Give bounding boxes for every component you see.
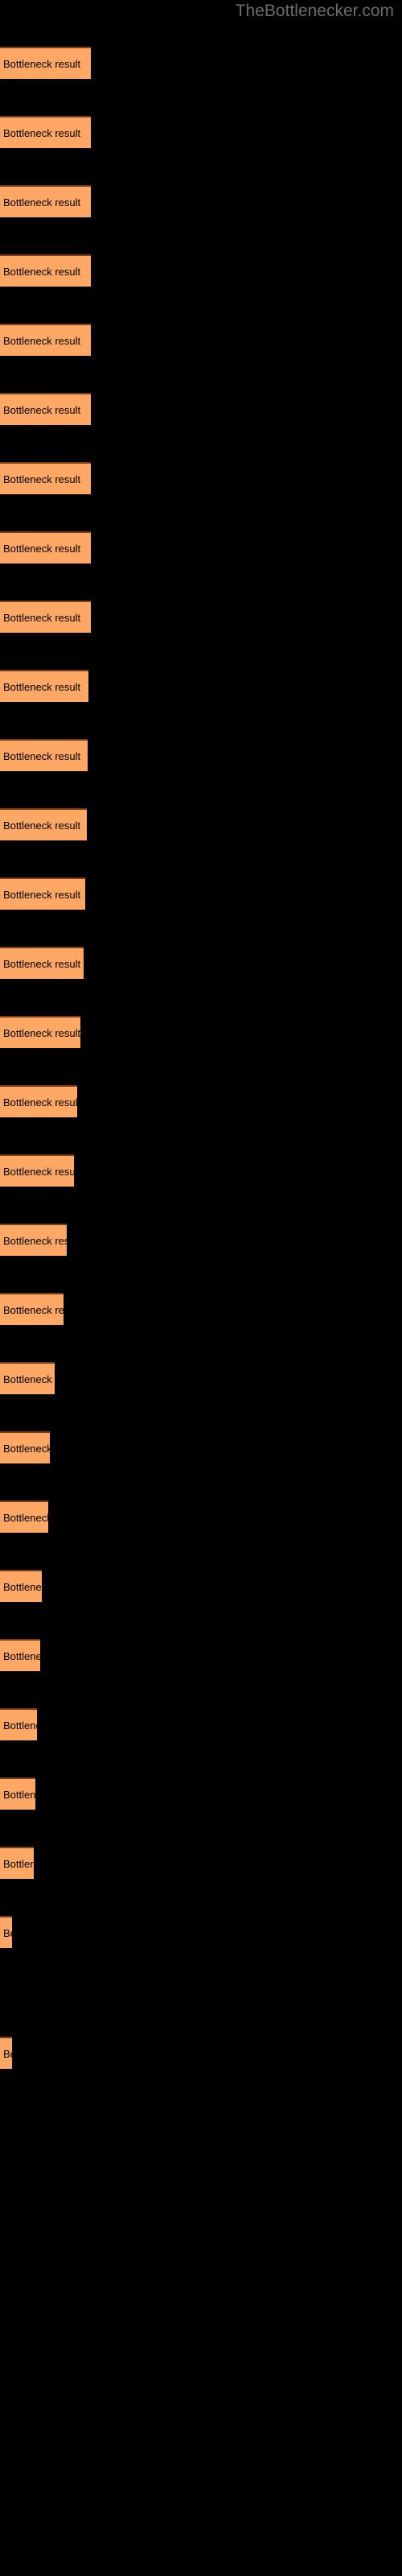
bar: Bottleneck result (0, 1777, 35, 1810)
bar-label: Bottleneck result (3, 58, 81, 70)
bar-label: Bottleneck result (3, 2048, 12, 2060)
bar-row: Bottleneck result (0, 808, 402, 840)
bar-label: Bottleneck result (3, 404, 81, 416)
bar: Bottleneck result (0, 531, 91, 564)
bar: Bottleneck result (0, 393, 91, 425)
bar-row: Bottleneck result (0, 1362, 402, 1394)
bar-label: Bottleneck result (3, 1096, 77, 1108)
bar-label: Bottleneck result (3, 1235, 67, 1247)
bar: Bottleneck result (0, 116, 91, 148)
bar: Bottleneck result (0, 670, 88, 702)
bar-row: Bottleneck result (0, 670, 402, 702)
bar-label: Bottleneck result (3, 266, 81, 278)
bar-row: Bottleneck result (0, 1293, 402, 1325)
bar: Bottleneck result (0, 947, 84, 979)
bar-label: Bottleneck result (3, 1166, 74, 1178)
bar: Bottleneck result (0, 254, 91, 287)
bar: Bottleneck result (0, 2037, 12, 2069)
bar-row: Bottleneck result (0, 1501, 402, 1533)
bar: Bottleneck result (0, 739, 88, 771)
bar-row: Bottleneck result (0, 947, 402, 979)
bar: Bottleneck result (0, 1293, 64, 1325)
bar: Bottleneck result (0, 324, 91, 356)
bar-label: Bottleneck result (3, 473, 81, 485)
bar-row: Bottleneck result (0, 1847, 402, 1879)
bar: Bottleneck result (0, 877, 85, 910)
bar-row: Bottleneck result (0, 601, 402, 633)
bar: Bottleneck result (0, 1916, 12, 1948)
bar: Bottleneck result (0, 1362, 55, 1394)
bar-row: Bottleneck result (0, 462, 402, 494)
bar-row: Bottleneck result (0, 1639, 402, 1671)
bar-row: Bottleneck result (0, 1916, 402, 1948)
bar-label: Bottleneck result (3, 1927, 12, 1939)
bar-label: Bottleneck result (3, 1581, 42, 1593)
bar-label: Bottleneck result (3, 196, 81, 208)
bar-label: Bottleneck result (3, 1789, 35, 1801)
bar-row: Bottleneck result (0, 324, 402, 356)
bar-row: Bottleneck result (0, 47, 402, 79)
bar: Bottleneck result (0, 1224, 67, 1256)
bar-row: Bottleneck result (0, 2037, 402, 2069)
bar-label: Bottleneck result (3, 819, 81, 832)
bar-row: Bottleneck result (0, 1224, 402, 1256)
bar-row: Bottleneck result (0, 1777, 402, 1810)
bar-row: Bottleneck result (0, 531, 402, 564)
bar: Bottleneck result (0, 1639, 40, 1671)
bar-row: Bottleneck result (0, 1154, 402, 1187)
bar: Bottleneck result (0, 1708, 37, 1740)
bar-label: Bottleneck result (3, 1304, 64, 1316)
bar-label: Bottleneck result (3, 681, 81, 693)
bar-label: Bottleneck result (3, 335, 81, 347)
bar: Bottleneck result (0, 1501, 48, 1533)
bar-label: Bottleneck result (3, 127, 81, 139)
bar-label: Bottleneck result (3, 750, 81, 762)
bar-label: Bottleneck result (3, 958, 81, 970)
bar-row: Bottleneck result (0, 1570, 402, 1602)
bar-row: Bottleneck result (0, 1708, 402, 1740)
bar-label: Bottleneck result (3, 1650, 40, 1662)
bar-label: Bottleneck result (3, 1858, 34, 1870)
bar: Bottleneck result (0, 601, 91, 633)
bar-label: Bottleneck result (3, 1443, 50, 1455)
bar: Bottleneck result (0, 47, 91, 79)
bar-row: Bottleneck result (0, 393, 402, 425)
bar-row: Bottleneck result (0, 739, 402, 771)
bar: Bottleneck result (0, 1085, 77, 1117)
bar-row: Bottleneck result (0, 254, 402, 287)
bar: Bottleneck result (0, 808, 87, 840)
bottleneck-bar-chart: TheBottlenecker.com Bottleneck result Bot… (0, 0, 402, 2576)
bar-label: Bottleneck result (3, 1512, 48, 1524)
bar-label: Bottleneck result (3, 543, 81, 555)
bar-label: Bottleneck result (3, 1027, 80, 1039)
bar-row: Bottleneck result (0, 1085, 402, 1117)
plot-area: Bottleneck result Bottleneck result Bottle… (0, 0, 402, 2576)
bar-row: Bottleneck result (0, 116, 402, 148)
bar-row: Bottleneck result (0, 877, 402, 910)
bar-row: Bottleneck result (0, 1016, 402, 1048)
bar: Bottleneck result (0, 1016, 80, 1048)
bar-row: Bottleneck result (0, 1431, 402, 1463)
bar: Bottleneck result (0, 1154, 74, 1187)
bar-row: Bottleneck result (0, 185, 402, 217)
bar: Bottleneck result (0, 1431, 50, 1463)
bar: Bottleneck result (0, 1570, 42, 1602)
bar-label: Bottleneck result (3, 1719, 37, 1732)
bar: Bottleneck result (0, 462, 91, 494)
bar: Bottleneck result (0, 185, 91, 217)
bar-label: Bottleneck result (3, 612, 81, 624)
bar-label: Bottleneck result (3, 889, 81, 901)
bar: Bottleneck result (0, 1847, 34, 1879)
bar-label: Bottleneck result (3, 1373, 55, 1385)
